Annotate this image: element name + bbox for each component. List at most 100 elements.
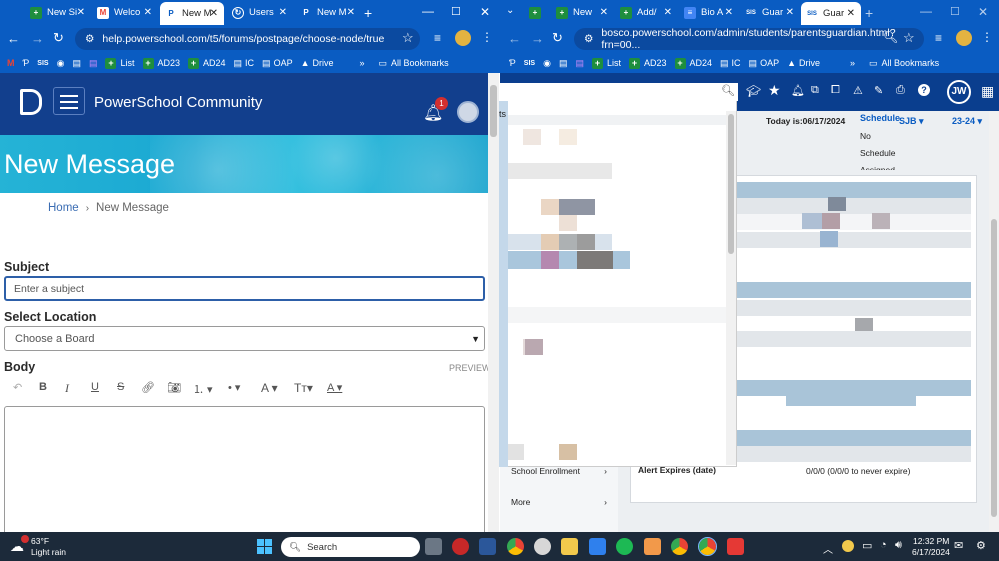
term-selector[interactable]: 23-24 ▾ [952, 116, 982, 127]
close-icon[interactable]: ✕ [347, 7, 355, 18]
camera-icon[interactable]: 📷︎ [167, 381, 181, 394]
todo-icon[interactable] [589, 538, 606, 555]
chrome-icon[interactable] [698, 537, 717, 556]
antivirus-icon[interactable] [452, 538, 469, 555]
scrollbar-thumb[interactable] [490, 85, 497, 137]
close-icon[interactable]: ✕ [77, 7, 85, 18]
user-avatar[interactable] [457, 101, 479, 123]
address-bar[interactable]: ⚙ help.powerschool.com/t5/forums/postpag… [75, 28, 420, 50]
display-icon[interactable]: ▭ [862, 539, 872, 552]
gmail-bookmark[interactable]: M [7, 58, 15, 68]
maximize-icon[interactable]: ☐ [950, 5, 960, 18]
volume-icon[interactable]: 🔊︎ [895, 539, 902, 552]
bookmark-list[interactable]: + List [591, 57, 621, 69]
chrome-bookmark[interactable]: ◉ [57, 58, 65, 69]
media-icon[interactable]: ≡ [935, 31, 942, 45]
bookmark-oap[interactable]: ▤ OAP [262, 58, 293, 69]
sis-bookmark[interactable]: SIS [37, 60, 48, 67]
tray-chevron-icon[interactable]: ︿ [823, 541, 833, 556]
docs-bookmark[interactable]: ▤ [559, 58, 568, 69]
tab-guardian-active[interactable]: SIS Guar ✕ [801, 2, 861, 25]
minimize-icon[interactable]: — [920, 4, 932, 18]
close-icon[interactable]: ✕ [847, 8, 855, 19]
bold-icon[interactable]: B [39, 381, 47, 393]
tab-welcome[interactable]: M Welco ✕ [92, 3, 158, 22]
tab-new-message[interactable]: P New M ✕ [295, 3, 361, 22]
ps-bookmark[interactable]: Ƥ [23, 58, 30, 68]
edit-icon[interactable]: ✎ [874, 84, 883, 97]
bookmark-ad24[interactable]: + AD24 [188, 57, 226, 69]
new-tab-icon[interactable]: + [865, 5, 873, 21]
forward-icon[interactable]: → [31, 31, 44, 46]
menu-icon[interactable]: ⋮ [981, 30, 993, 44]
scrollbar-thumb[interactable] [728, 114, 734, 254]
help-icon[interactable]: ? [918, 84, 930, 96]
tab-new[interactable]: + New ✕ [551, 3, 614, 22]
font-color-icon[interactable]: A ▾ [327, 381, 342, 394]
left-scrollbar[interactable] [488, 73, 499, 532]
forms-bookmark[interactable]: ▤ [89, 58, 98, 69]
tab-users[interactable]: ↻ Users ✕ [227, 3, 293, 22]
bookmark-drive[interactable]: ▲ Drive [787, 58, 820, 68]
notification-icon[interactable]: ✉ [954, 539, 963, 552]
maximize-icon[interactable]: ☐ [451, 5, 461, 18]
dropdown-scrollbar[interactable] [726, 111, 736, 465]
graduation-cap-icon[interactable]: 🎓︎ [746, 84, 761, 98]
tab-guardian[interactable]: SIS Guar ✕ [740, 3, 800, 22]
close-icon[interactable]: ✕ [210, 8, 218, 19]
tab-search-icon[interactable]: ⌄ [506, 5, 514, 16]
menu-icon[interactable]: ⋮ [481, 30, 493, 44]
undo-icon[interactable]: ↶ [13, 381, 22, 394]
font-size-icon[interactable]: A ▾ [261, 381, 278, 395]
minimize-icon[interactable]: — [422, 4, 434, 18]
right-scrollbar[interactable] [989, 111, 999, 532]
word-icon[interactable] [479, 538, 496, 555]
weather-desc[interactable]: Light rain [31, 547, 66, 557]
chrome-bookmark[interactable]: ◉ [543, 58, 551, 69]
location-select[interactable]: Choose a Board ▼ [4, 326, 485, 351]
star-icon[interactable]: ★ [768, 82, 781, 99]
weather-temp[interactable]: 63°F [31, 536, 49, 546]
file-explorer-icon[interactable] [561, 538, 578, 555]
close-icon[interactable]: ✕ [786, 7, 794, 18]
bookmark-ic[interactable]: ▤ IC [234, 58, 255, 69]
breadcrumb-home[interactable]: Home [48, 202, 79, 214]
profile-avatar[interactable] [956, 30, 972, 46]
text-style-icon[interactable]: Tт▾ [294, 381, 313, 395]
windows-start-icon[interactable] [257, 539, 272, 554]
zoom-icon[interactable]: 🔍︎ [883, 30, 898, 44]
back-icon[interactable]: ← [508, 31, 521, 46]
powerschool-logo[interactable] [20, 89, 42, 115]
forward-icon[interactable]: → [531, 31, 544, 46]
media-icon[interactable]: ≡ [434, 31, 441, 45]
clock-time[interactable]: 12:32 PM [913, 536, 949, 546]
school-selector[interactable]: SJB ▾ [899, 116, 924, 127]
bookmark-ic[interactable]: ▤ IC [720, 58, 741, 69]
bookmark-oap[interactable]: ▤ OAP [749, 58, 780, 69]
no-option[interactable]: No [860, 131, 871, 141]
sidebar-more[interactable]: More › [511, 497, 607, 507]
reload-icon[interactable]: ↻ [53, 30, 64, 46]
taskbar-search[interactable]: 🔍︎ Search [281, 537, 420, 557]
bookmark-drive[interactable]: ▲ Drive [301, 58, 334, 68]
close-icon[interactable]: ✕ [664, 7, 672, 18]
profile-avatar[interactable] [455, 30, 471, 46]
warning-icon[interactable]: ⚠ [853, 84, 863, 97]
search-icon[interactable]: 🔍︎ [721, 84, 735, 97]
apps-grid-icon[interactable]: ▦ [981, 83, 994, 100]
user-avatar[interactable]: JW [947, 80, 971, 104]
print-icon[interactable]: ⎙ [896, 84, 905, 97]
sis-bookmark[interactable]: SIS [524, 60, 535, 67]
community-title[interactable]: PowerSchool Community [94, 94, 262, 111]
ps-bookmark[interactable]: Ƥ [509, 58, 516, 68]
mcafee-icon[interactable] [727, 538, 744, 555]
tab-sheets[interactable]: + [524, 3, 546, 22]
tab-new-si[interactable]: + New Si ✕ [25, 3, 91, 22]
sidebar-school-enrollment[interactable]: School Enrollment › [511, 466, 607, 476]
copy-icon[interactable]: ⧠ [831, 84, 840, 97]
docs-bookmark[interactable]: ▤ [72, 58, 81, 69]
tab-new-message-active[interactable]: P New M ✕ [160, 2, 224, 25]
bookmark-ad23[interactable]: + AD23 [629, 57, 667, 69]
assigned-option[interactable]: Assigned [860, 165, 895, 170]
bullet-list-icon[interactable]: • ▾ [228, 381, 240, 394]
